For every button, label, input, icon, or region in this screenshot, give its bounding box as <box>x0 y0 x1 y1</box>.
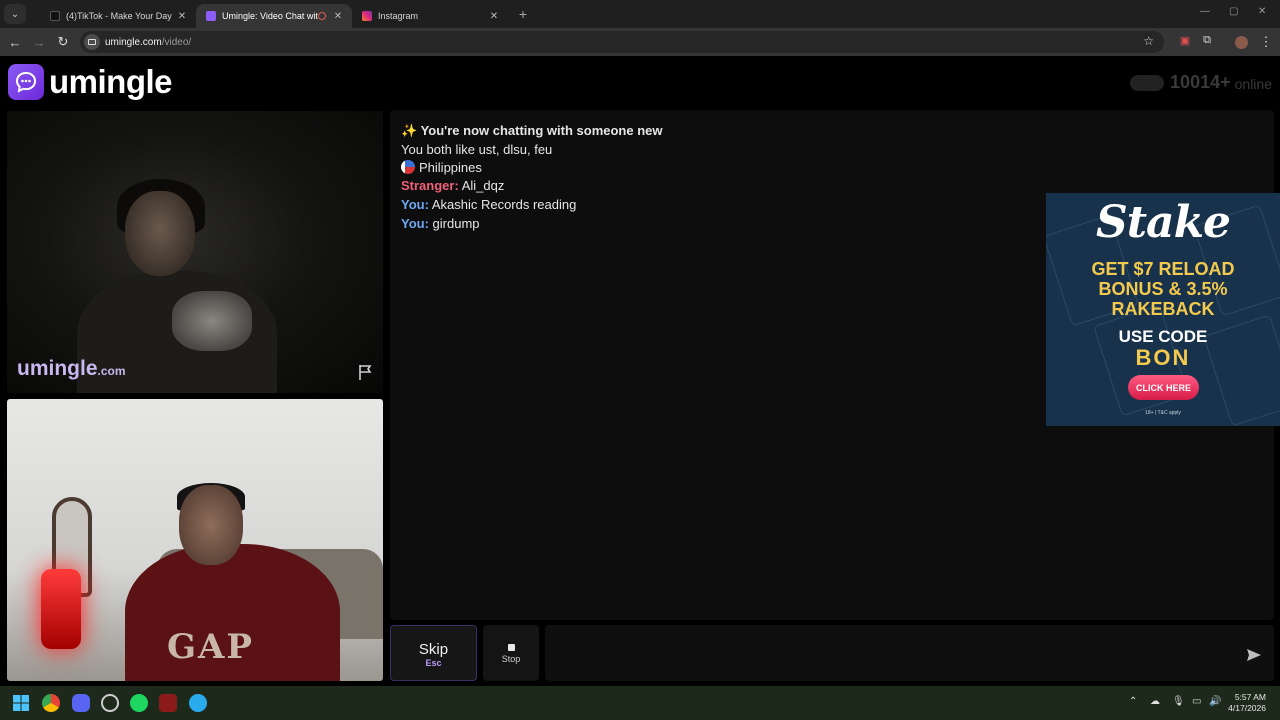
volume-icon[interactable]: 🔊 <box>1209 696 1221 707</box>
minimize-button[interactable]: — <box>1200 6 1210 17</box>
self-face <box>179 485 243 565</box>
tab-label: Umingle: Video Chat with S <box>222 11 318 21</box>
theme-toggle[interactable] <box>1130 74 1165 91</box>
watermark-main: umingle <box>17 357 98 380</box>
extension-badge-icon[interactable]: ▣ <box>1173 34 1197 47</box>
microphone-icon[interactable]: 🎙 <box>1172 696 1185 707</box>
stake-advertisement[interactable]: Stake GET $7 RELOAD BONUS & 3.5% RAKEBAC… <box>1046 193 1280 426</box>
close-tab-icon[interactable]: ✕ <box>176 11 188 22</box>
umingle-favicon-icon <box>206 11 216 21</box>
stop-button[interactable]: Stop <box>483 625 539 681</box>
message-text: girdump <box>432 216 480 231</box>
new-tab-button[interactable]: + <box>512 6 534 22</box>
discord-icon[interactable] <box>72 694 90 712</box>
toolbar: ← → ↻ umingle.com /video/ ☆ ▣ ⧉ ⋮ <box>0 28 1280 56</box>
country-name: Philippines <box>419 160 482 175</box>
stop-label: Stop <box>501 654 521 664</box>
ad-click-here-button[interactable]: CLICK HERE <box>1128 375 1199 400</box>
chat-bubble-icon <box>8 64 44 100</box>
self-video: GAP <box>7 399 383 681</box>
tiktok-favicon-icon <box>50 11 60 21</box>
clock-time: 5:57 AM <box>1234 692 1266 702</box>
forward-button[interactable]: → <box>27 35 51 50</box>
menu-icon[interactable]: ⋮ <box>1254 34 1278 50</box>
ad-headline-3: RAKEBACK <box>1111 299 1215 319</box>
tab-search-button[interactable]: ⌄ <box>4 4 26 24</box>
online-indicator: 10014+ online <box>1130 72 1272 93</box>
stranger-video: umingle.com <box>7 111 383 393</box>
message-sender: You: <box>401 197 429 212</box>
online-count: 10014+ <box>1170 72 1231 92</box>
ad-terms: 18+ | T&C apply <box>1145 410 1181 416</box>
clock-date: 4/17/2026 <box>1228 703 1266 713</box>
close-tab-icon[interactable]: ✕ <box>332 11 344 22</box>
taskbar: ⌃ ☁ 🎙 ▭ 🔊 5:57 AM 4/17/2026 <box>0 686 1280 720</box>
logo-text: umingle <box>49 63 173 100</box>
site-info-icon[interactable] <box>84 34 100 50</box>
chrome-icon[interactable] <box>42 694 60 712</box>
url-path: /video/ <box>161 36 192 48</box>
close-tab-icon[interactable]: ✕ <box>488 11 500 22</box>
stranger-face <box>125 191 195 276</box>
online-label: online <box>1234 76 1272 92</box>
stranger-object <box>172 291 252 351</box>
tab-umingle[interactable]: Umingle: Video Chat with S ✕ <box>196 4 352 28</box>
show-hidden-icons[interactable]: ⌃ <box>1129 696 1137 707</box>
onedrive-icon[interactable]: ☁ <box>1150 696 1160 707</box>
ad-code: BON <box>1135 345 1191 370</box>
extensions-icon[interactable]: ⧉ <box>1195 34 1219 47</box>
bookmark-star-icon[interactable]: ☆ <box>1143 34 1154 48</box>
report-flag-icon[interactable] <box>357 363 375 381</box>
skip-button[interactable]: Skip Esc <box>390 625 477 681</box>
message-sender: You: <box>401 216 429 231</box>
recording-indicator-icon <box>318 12 326 20</box>
tab-strip: ⌄ (4)TikTok - Make Your Day ✕ Umingle: V… <box>0 0 1280 28</box>
red-lamp <box>41 569 81 649</box>
chat-intro: ✨ You're now chatting with someone new <box>401 123 663 138</box>
message-sender: Stranger: <box>401 178 459 193</box>
network-icon[interactable]: ▭ <box>1192 696 1201 707</box>
app-icon[interactable] <box>101 694 119 712</box>
stop-icon <box>507 644 515 651</box>
ad-brand: Stake <box>1095 197 1231 248</box>
back-button[interactable]: ← <box>3 35 27 50</box>
maximize-button[interactable]: ▢ <box>1229 6 1238 17</box>
stranger-country: Philippines <box>401 160 482 175</box>
game-app-icon[interactable] <box>159 694 177 712</box>
shirt-print: GAP <box>167 627 254 667</box>
tab-label: (4)TikTok - Make Your Day <box>66 11 172 21</box>
chat-message-input[interactable] <box>545 625 1274 681</box>
send-icon[interactable] <box>1246 647 1262 663</box>
ad-headline-2: BONUS & 3.5% <box>1098 279 1228 299</box>
spotify-icon[interactable] <box>130 694 148 712</box>
url-host: umingle.com <box>105 36 162 48</box>
tab-label: Instagram <box>378 11 419 21</box>
philippines-flag-icon <box>401 160 415 174</box>
page: umingle 10014+ online umingle.com GAP ✨ … <box>0 56 1280 686</box>
profile-avatar[interactable] <box>1235 36 1248 49</box>
system-clock[interactable]: 5:57 AM 4/17/2026 <box>1228 692 1266 714</box>
skip-shortcut: Esc <box>425 658 442 668</box>
message-text: Ali_dqz <box>461 178 505 193</box>
windows-start-icon[interactable] <box>12 694 30 712</box>
site-logo[interactable]: umingle <box>8 63 173 101</box>
skip-label: Skip <box>418 641 449 658</box>
chat-message: Stranger: Ali_dqz <box>401 178 504 193</box>
chat-message: You: girdump <box>401 216 480 231</box>
ad-use-code: USE CODE <box>1118 327 1208 346</box>
shared-interests: You both like ust, dlsu, feu <box>401 142 553 157</box>
chat-message: You: Akashic Records reading <box>401 197 576 212</box>
watermark-suffix: .com <box>97 364 126 378</box>
message-text: Akashic Records reading <box>431 197 577 212</box>
video-watermark: umingle.com <box>17 357 126 381</box>
instagram-favicon-icon <box>362 11 372 21</box>
tab-instagram[interactable]: Instagram ✕ <box>352 4 508 28</box>
reload-button[interactable]: ↻ <box>51 34 75 50</box>
ad-headline-1: GET $7 RELOAD <box>1091 259 1235 279</box>
close-window-button[interactable]: ✕ <box>1258 6 1266 17</box>
telegram-icon[interactable] <box>189 694 207 712</box>
tab-tiktok[interactable]: (4)TikTok - Make Your Day ✕ <box>40 4 196 28</box>
address-bar[interactable]: umingle.com /video/ ☆ <box>80 31 1164 53</box>
